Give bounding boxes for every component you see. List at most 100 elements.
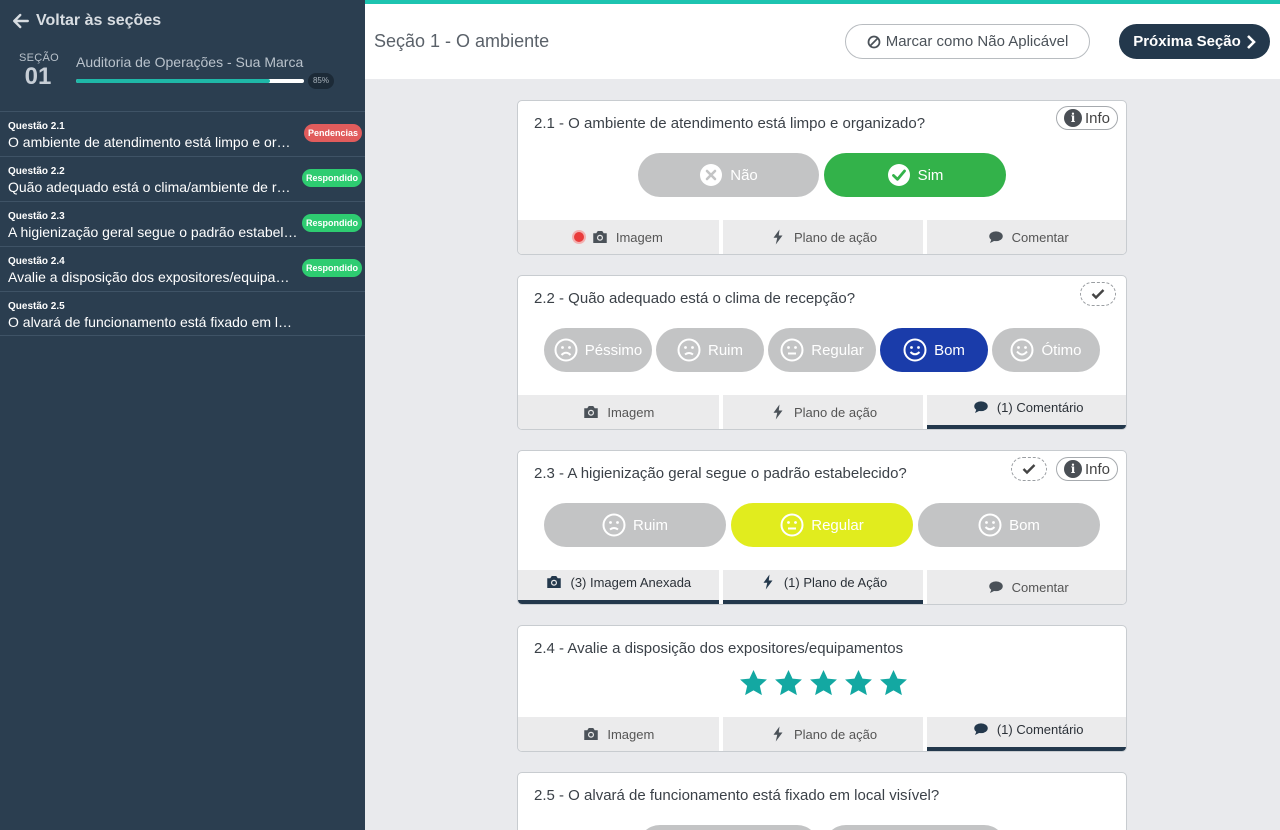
question-card-2-3: 2.3 - A higienização geral segue o padrã… [517, 450, 1127, 605]
camera-icon [593, 231, 607, 243]
neutral-face-icon [780, 338, 804, 362]
action-plan-tab[interactable]: Plano de ação [722, 395, 924, 429]
image-tab[interactable]: Imagem [518, 717, 719, 751]
action-plan-tab[interactable]: Plano de ação [722, 717, 924, 751]
star-icon[interactable] [738, 668, 769, 699]
card-footer: (3) Imagem Anexada (1) Plano de Ação Com… [518, 570, 1126, 604]
progress-fill [76, 79, 270, 83]
question-card-2-4: 2.4 - Avalie a disposição dos expositore… [517, 625, 1127, 752]
star-icon[interactable] [843, 668, 874, 699]
question-list: Questão 2.1 O ambiente de atendimento es… [0, 111, 365, 336]
comment-tab[interactable]: (1) Comentário [927, 395, 1126, 429]
option-nao[interactable]: Não [638, 153, 819, 197]
option-bom[interactable]: Bom [880, 328, 988, 372]
status-badge: Respondido [302, 169, 362, 187]
tab-label: Comentar [1011, 579, 1069, 595]
tab-label: Plano de ação [793, 726, 878, 742]
star-icon[interactable] [773, 668, 804, 699]
bolt-icon [763, 574, 773, 590]
tab-label: Imagem [607, 726, 655, 742]
option-sim[interactable]: Sim [824, 153, 1006, 197]
comment-icon [988, 231, 1003, 243]
check-icon [1022, 464, 1036, 475]
image-tab[interactable]: (3) Imagem Anexada [518, 570, 719, 604]
neutral-face-icon [780, 513, 804, 537]
status-badge: Respondido [302, 259, 362, 277]
record-dot-icon [573, 232, 584, 242]
card-footer: Imagem Plano de ação (1) Comentário [518, 717, 1126, 751]
option-bom[interactable]: Bom [918, 503, 1100, 547]
option-ruim[interactable]: Ruim [544, 503, 726, 547]
comment-tab[interactable]: (1) Comentário [927, 717, 1126, 751]
action-plan-tab[interactable]: (1) Plano de Ação [722, 570, 924, 604]
back-to-sections-link[interactable]: Voltar às seções [12, 12, 161, 30]
sidebar: Voltar às seções SEÇÃO 01 Auditoria de O… [0, 0, 365, 830]
option-label: Ruim [707, 341, 743, 359]
camera-icon [584, 728, 599, 740]
option-button[interactable] [824, 825, 1006, 830]
back-label: Voltar às seções [36, 12, 162, 29]
image-tab[interactable]: Imagem [518, 395, 719, 429]
question-item-2-3[interactable]: Questão 2.3 A higienização geral segue o… [0, 201, 365, 246]
star-icon[interactable] [878, 668, 909, 699]
info-button[interactable]: i Info [1056, 106, 1118, 130]
comment-tab[interactable]: Comentar [927, 220, 1126, 254]
bolt-icon [773, 404, 783, 420]
question-item-2-2[interactable]: Questão 2.2 Quão adequado está o clima/a… [0, 156, 365, 201]
status-badge: Respondido [302, 214, 362, 232]
question-item-2-1[interactable]: Questão 2.1 O ambiente de atendimento es… [0, 111, 365, 156]
chevron-right-icon [1246, 34, 1256, 49]
question-text: O ambiente de atendimento está limpo e o… [8, 134, 298, 150]
camera-icon [584, 406, 599, 418]
validate-check-button[interactable] [1011, 457, 1047, 481]
card-footer: Imagem Plano de ação (1) Comentário [518, 395, 1126, 429]
option-ruim[interactable]: Ruim [656, 328, 764, 372]
x-circle-icon [700, 164, 723, 186]
option-label: Regular [811, 516, 864, 534]
star-icon[interactable] [808, 668, 839, 699]
next-section-button[interactable]: Próxima Seção [1119, 24, 1270, 59]
action-plan-tab[interactable]: Plano de ação [722, 220, 924, 254]
option-label: Não [730, 166, 758, 184]
very-sad-face-icon [554, 338, 578, 362]
comment-icon [974, 723, 988, 735]
tab-label: (1) Plano de Ação [783, 574, 888, 590]
question-card-2-5: 2.5 - O alvará de funcionamento está fix… [517, 772, 1127, 830]
bolt-icon [773, 229, 783, 245]
question-item-2-5[interactable]: Questão 2.5 O alvará de funcionamento es… [0, 291, 365, 336]
question-card-2-1: 2.1 - O ambiente de atendimento está lim… [517, 100, 1127, 255]
check-circle-icon [887, 164, 910, 186]
question-title: 2.1 - O ambiente de atendimento está lim… [534, 115, 926, 132]
tab-label: Imagem [607, 404, 655, 420]
comment-tab[interactable]: Comentar [927, 570, 1126, 604]
question-text: Avalie a disposição dos expositores/equi… [8, 269, 298, 285]
tab-label: (1) Comentário [996, 721, 1084, 737]
question-item-2-4[interactable]: Questão 2.4 Avalie a disposição dos expo… [0, 246, 365, 291]
option-otimo[interactable]: Ótimo [992, 328, 1100, 372]
grin-face-icon [1010, 338, 1034, 362]
sad-face-icon [677, 338, 701, 362]
next-label: Próxima Seção [1133, 33, 1241, 50]
option-regular[interactable]: Regular [731, 503, 913, 547]
validate-check-button[interactable] [1080, 282, 1116, 306]
option-button[interactable] [638, 825, 819, 830]
section-indicator: SEÇÃO 01 [19, 52, 59, 90]
question-title: 2.3 - A higienização geral segue o padrã… [534, 465, 907, 482]
top-bar: Seção 1 - O ambiente Marcar como Não Apl… [365, 0, 1280, 79]
smile-face-icon [978, 513, 1002, 537]
check-icon [1091, 289, 1105, 300]
image-tab[interactable]: Imagem [518, 220, 719, 254]
info-button[interactable]: i Info [1056, 457, 1118, 481]
audit-title: Auditoria de Operações - Sua Marca [76, 54, 304, 70]
option-regular[interactable]: Regular [768, 328, 876, 372]
mark-not-applicable-button[interactable]: Marcar como Não Aplicável [845, 24, 1090, 59]
card-footer: Imagem Plano de ação Comentar [518, 220, 1126, 254]
status-badge: Pendencias [303, 124, 362, 142]
question-card-2-2: 2.2 - Quão adequado está o clima de rece… [517, 275, 1127, 430]
comment-icon [974, 401, 988, 413]
option-pessimo[interactable]: Péssimo [544, 328, 652, 372]
tab-label: Comentar [1011, 229, 1069, 245]
star-rating [738, 668, 909, 699]
progress-bar [76, 79, 304, 83]
info-label: Info [1084, 109, 1111, 127]
